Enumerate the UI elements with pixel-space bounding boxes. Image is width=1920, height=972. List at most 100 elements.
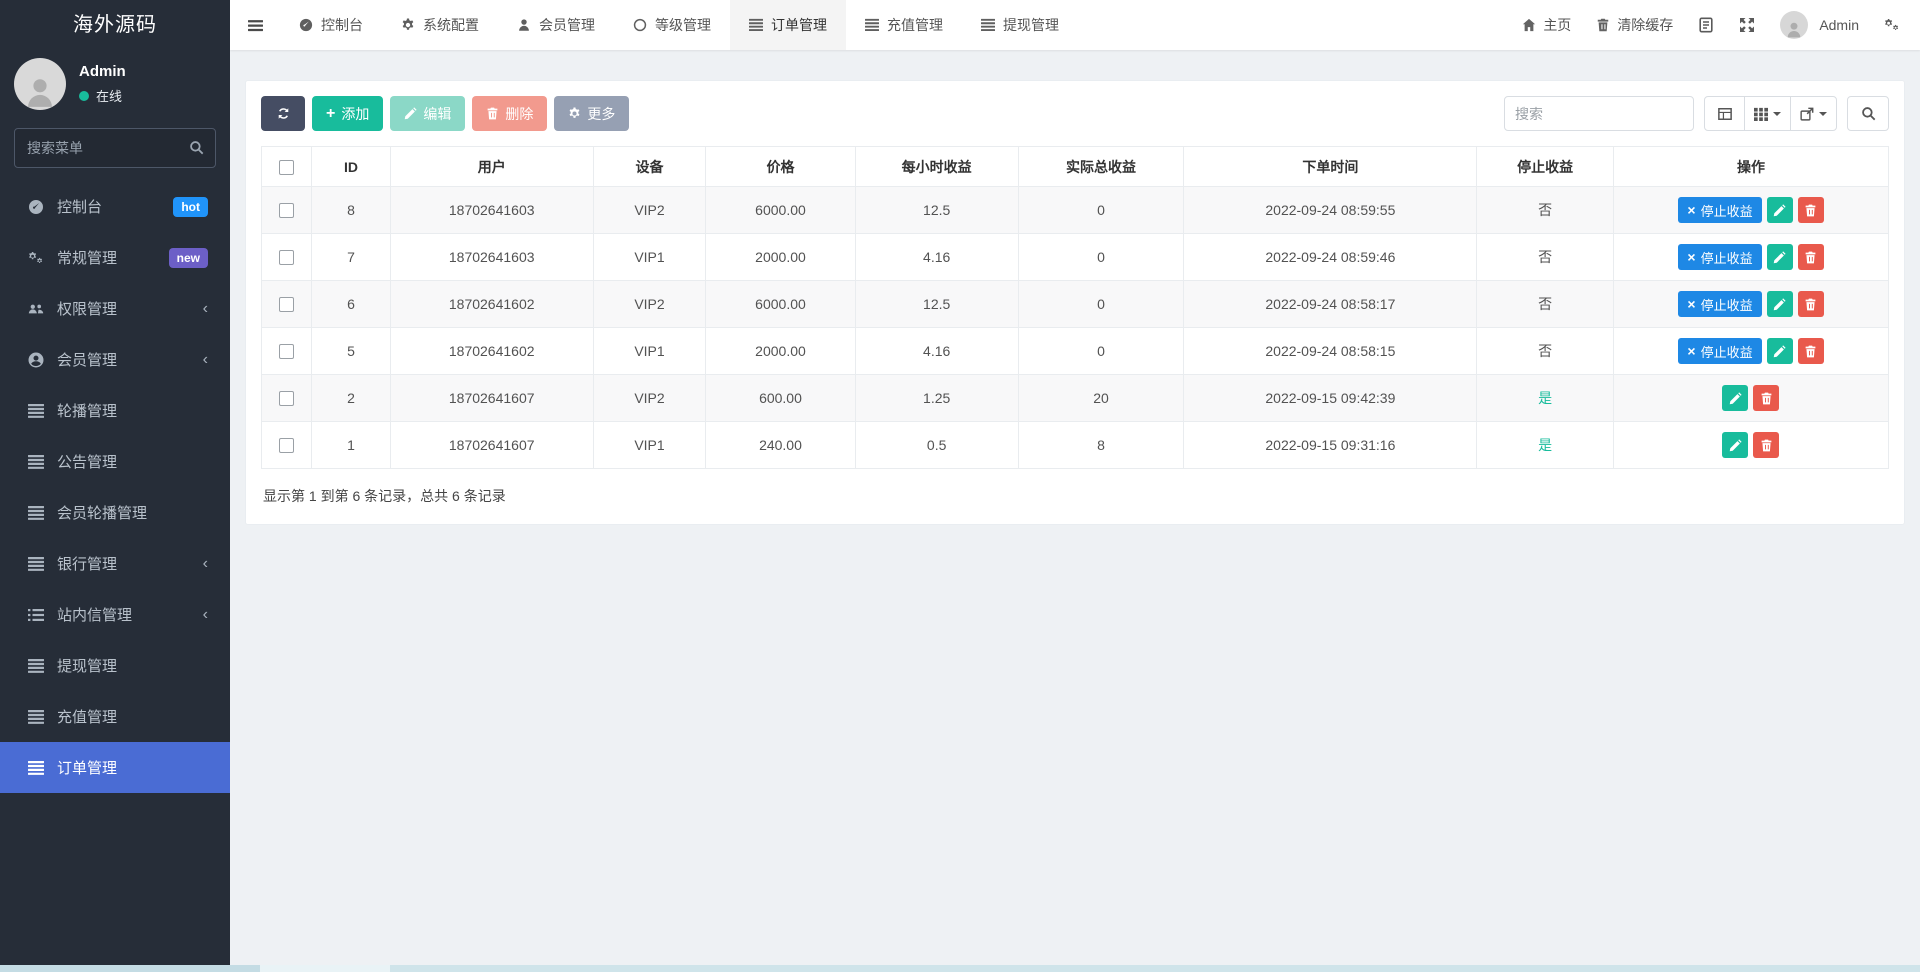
circle-icon xyxy=(633,18,647,32)
language-button[interactable] xyxy=(1698,17,1714,33)
sidebar-item-member[interactable]: 会员管理 xyxy=(0,334,230,385)
gear-icon xyxy=(568,107,581,120)
sidebar-item-general[interactable]: 常规管理 new xyxy=(0,232,230,283)
sidebar-item-message[interactable]: 站内信管理 xyxy=(0,589,230,640)
trash-icon xyxy=(1596,18,1610,32)
table-row: 8 18702641603 VIP2 6000.00 12.5 0 2022-0… xyxy=(262,187,1889,234)
sidebar-item-auth[interactable]: 权限管理 xyxy=(0,283,230,334)
hot-badge: hot xyxy=(173,197,208,217)
hamburger-icon xyxy=(248,18,263,33)
settings-button[interactable] xyxy=(1884,17,1900,33)
chevron-left-icon xyxy=(203,301,208,317)
horizontal-scrollbar[interactable] xyxy=(0,965,1920,972)
tab-order[interactable]: 订单管理 xyxy=(730,0,846,50)
sidebar-toggle-button[interactable] xyxy=(230,0,280,50)
sidebar-item-member-carousel[interactable]: 会员轮播管理 xyxy=(0,487,230,538)
pencil-icon xyxy=(1773,251,1786,264)
brand-title: 海外源码 xyxy=(0,0,230,50)
stop-income-button[interactable]: 停止收益 xyxy=(1678,338,1761,364)
row-edit-button[interactable] xyxy=(1767,291,1793,317)
table-search-input[interactable] xyxy=(1504,96,1694,131)
row-delete-button[interactable] xyxy=(1798,338,1824,364)
language-icon xyxy=(1698,17,1714,33)
sidebar-item-announcement[interactable]: 公告管理 xyxy=(0,436,230,487)
tab-dashboard[interactable]: 控制台 xyxy=(280,0,382,50)
row-edit-button[interactable] xyxy=(1722,385,1748,411)
user-circle-icon xyxy=(28,352,44,368)
sidebar-item-order[interactable]: 订单管理 xyxy=(0,742,230,793)
stop-income-button[interactable]: 停止收益 xyxy=(1678,244,1761,270)
row-delete-button[interactable] xyxy=(1798,244,1824,270)
trash-icon xyxy=(1804,204,1817,217)
row-delete-button[interactable] xyxy=(1753,385,1779,411)
export-button[interactable] xyxy=(1790,96,1837,131)
sidebar-item-bank[interactable]: 银行管理 xyxy=(0,538,230,589)
list-icon xyxy=(749,18,763,32)
row-edit-button[interactable] xyxy=(1767,244,1793,270)
toolbar: + 添加 编辑 删除 更多 xyxy=(261,96,1889,131)
username[interactable]: Admin xyxy=(1819,17,1859,33)
sidebar-item-carousel[interactable]: 轮播管理 xyxy=(0,385,230,436)
table-row: 2 18702641607 VIP2 600.00 1.25 20 2022-0… xyxy=(262,375,1889,422)
avatar[interactable] xyxy=(14,58,66,110)
stop-income-button[interactable]: 停止收益 xyxy=(1678,291,1761,317)
menu-search-input[interactable] xyxy=(14,128,216,168)
nav-tabs: 控制台 系统配置 会员管理 等级管理 订单管理 充值管理 提现管理 xyxy=(280,0,1078,50)
table-header-row: ID 用户 设备 价格 每小时收益 实际总收益 下单时间 停止收益 操作 xyxy=(262,147,1889,187)
refresh-button[interactable] xyxy=(261,96,305,131)
col-stopped: 停止收益 xyxy=(1477,147,1614,187)
sidebar-item-withdraw[interactable]: 提现管理 xyxy=(0,640,230,691)
list-icon xyxy=(28,505,44,521)
row-delete-button[interactable] xyxy=(1753,432,1779,458)
tab-member[interactable]: 会员管理 xyxy=(498,0,614,50)
tab-level[interactable]: 等级管理 xyxy=(614,0,730,50)
row-edit-button[interactable] xyxy=(1722,432,1748,458)
caret-down-icon xyxy=(1773,112,1781,116)
row-edit-button[interactable] xyxy=(1767,197,1793,223)
tab-system-config[interactable]: 系统配置 xyxy=(382,0,498,50)
select-all-checkbox[interactable] xyxy=(279,160,294,175)
avatar[interactable] xyxy=(1780,11,1808,39)
expand-icon xyxy=(1739,17,1755,33)
stop-income-button[interactable]: 停止收益 xyxy=(1678,197,1761,223)
row-delete-button[interactable] xyxy=(1798,291,1824,317)
chevron-left-icon xyxy=(203,556,208,572)
pencil-icon xyxy=(1773,345,1786,358)
more-button[interactable]: 更多 xyxy=(554,96,629,131)
sidebar-item-recharge[interactable]: 充值管理 xyxy=(0,691,230,742)
trash-icon xyxy=(1804,298,1817,311)
close-icon xyxy=(1687,203,1695,218)
clear-cache-link[interactable]: 清除缓存 xyxy=(1596,15,1673,35)
row-checkbox[interactable] xyxy=(279,297,294,312)
columns-button[interactable] xyxy=(1744,96,1791,131)
chevron-left-icon xyxy=(203,607,208,623)
row-checkbox[interactable] xyxy=(279,250,294,265)
add-button[interactable]: + 添加 xyxy=(312,96,383,131)
user-icon xyxy=(23,76,57,110)
sidebar-item-dashboard[interactable]: 控制台 hot xyxy=(0,181,230,232)
list-icon xyxy=(28,760,44,776)
cogs-icon xyxy=(1884,17,1900,33)
tab-withdraw[interactable]: 提现管理 xyxy=(962,0,1078,50)
delete-button[interactable]: 删除 xyxy=(472,96,547,131)
fullscreen-button[interactable] xyxy=(1739,17,1755,33)
row-checkbox[interactable] xyxy=(279,203,294,218)
detail-view-button[interactable] xyxy=(1704,96,1745,131)
close-icon xyxy=(1687,250,1695,265)
scrollbar-thumb[interactable] xyxy=(260,965,390,972)
order-panel: + 添加 编辑 删除 更多 xyxy=(245,80,1905,525)
row-checkbox[interactable] xyxy=(279,344,294,359)
edit-button[interactable]: 编辑 xyxy=(390,96,465,131)
row-checkbox[interactable] xyxy=(279,391,294,406)
tab-recharge[interactable]: 充值管理 xyxy=(846,0,962,50)
row-delete-button[interactable] xyxy=(1798,197,1824,223)
row-edit-button[interactable] xyxy=(1767,338,1793,364)
home-link[interactable]: 主页 xyxy=(1522,15,1571,35)
list-icon xyxy=(28,403,44,419)
col-total: 实际总收益 xyxy=(1018,147,1184,187)
pencil-icon xyxy=(404,107,417,120)
search-toggle-button[interactable] xyxy=(1847,96,1889,131)
col-id: ID xyxy=(312,147,390,187)
search-icon xyxy=(1861,106,1876,121)
row-checkbox[interactable] xyxy=(279,438,294,453)
